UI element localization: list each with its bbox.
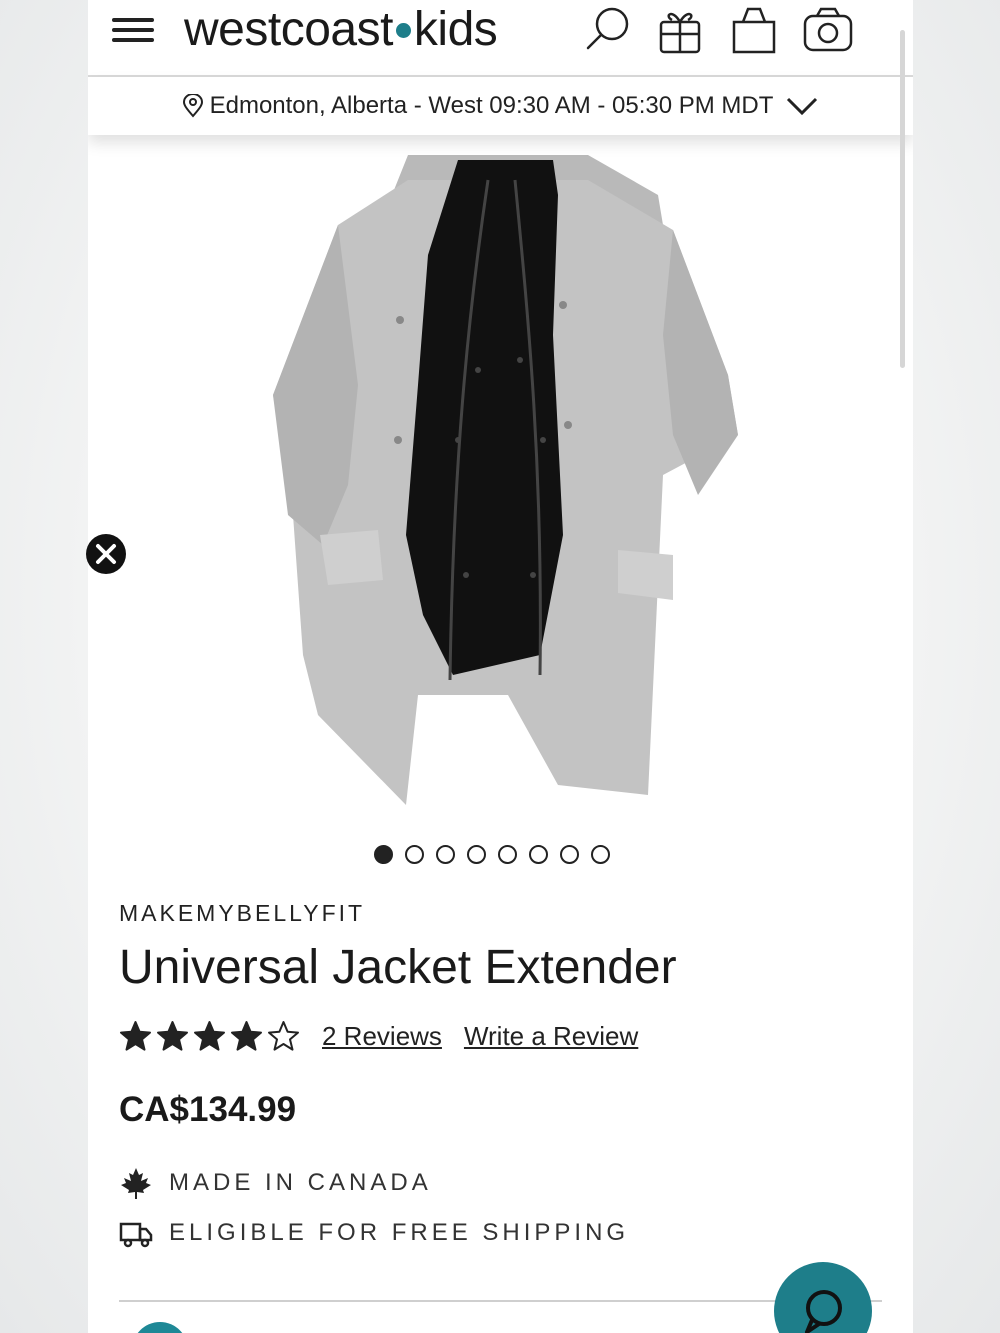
gallery-dot[interactable] [467, 845, 486, 864]
chat-icon [805, 1290, 842, 1333]
feature-made-in-canada: MADE IN CANADA [119, 1166, 432, 1200]
reviews-link[interactable]: 2 Reviews [322, 1021, 442, 1052]
write-review-link[interactable]: Write a Review [464, 1021, 638, 1052]
divider [119, 1300, 882, 1302]
gallery-dot[interactable] [529, 845, 548, 864]
gallery-dot[interactable] [436, 845, 455, 864]
bag-icon[interactable] [728, 4, 780, 56]
store-location-bar[interactable]: Edmonton, Alberta - West 09:30 AM - 05:3… [88, 77, 913, 135]
star-filled-icon [120, 1021, 151, 1051]
gallery-dot[interactable] [498, 845, 517, 864]
close-icon [96, 544, 116, 564]
product-image[interactable] [88, 135, 913, 835]
logo-text-right: kids [413, 3, 498, 56]
chevron-down-icon[interactable] [785, 95, 819, 117]
star-filled-icon [194, 1021, 225, 1051]
menu-icon[interactable] [110, 12, 156, 48]
feature-label: ELIGIBLE FOR FREE SHIPPING [169, 1219, 630, 1246]
jacket-extender-image [273, 155, 738, 805]
logo-dot [395, 22, 411, 38]
product-page: westcoast kids Edmonton, Alberta - West … [88, 0, 913, 1333]
product-price: CA$134.99 [119, 1090, 297, 1129]
gift-icon[interactable] [654, 4, 706, 56]
camera-icon[interactable] [802, 4, 854, 56]
gallery-dot[interactable] [405, 845, 424, 864]
search-icon[interactable] [582, 4, 634, 56]
close-button[interactable] [86, 534, 126, 574]
site-header: westcoast kids [88, 0, 913, 77]
gallery-dot[interactable] [374, 845, 393, 864]
star-rating[interactable] [119, 1020, 300, 1053]
gallery-dot[interactable] [591, 845, 610, 864]
product-rating: 2 Reviews Write a Review [119, 1020, 660, 1053]
store-location-text: Edmonton, Alberta - West 09:30 AM - 05:3… [209, 92, 774, 119]
product-brand[interactable]: MAKEMYBELLYFIT [119, 900, 365, 927]
truck-icon [119, 1222, 153, 1248]
star-empty-icon [268, 1021, 299, 1051]
feature-free-shipping: ELIGIBLE FOR FREE SHIPPING [119, 1216, 629, 1250]
gallery-pagination [374, 845, 610, 864]
site-logo[interactable]: westcoast kids [184, 2, 498, 57]
star-filled-icon [231, 1021, 262, 1051]
logo-text-left: westcoast [184, 3, 393, 56]
maple-leaf-icon [121, 1168, 151, 1199]
scrollbar[interactable] [900, 30, 905, 368]
product-title: Universal Jacket Extender [119, 941, 677, 994]
chat-button[interactable] [774, 1262, 872, 1333]
star-filled-icon [157, 1021, 188, 1051]
gallery-dot[interactable] [560, 845, 579, 864]
location-pin-icon [182, 94, 203, 118]
accordion-toggle[interactable] [132, 1322, 188, 1333]
feature-label: MADE IN CANADA [169, 1169, 432, 1196]
